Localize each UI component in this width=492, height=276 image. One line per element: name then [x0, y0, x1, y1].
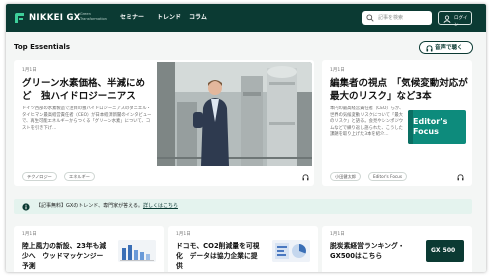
article-date: 1月1日	[176, 232, 191, 237]
banner-text: 【記事無料】GXのトレンド、専門家が答える。詳しくはこちら	[36, 203, 178, 210]
top-navigation-bar: NIKKEI GX Green Transformation セミナー トレンド…	[6, 4, 486, 32]
article-card[interactable]: 1月1日 陸上風力の新設、23年も減少へ ウッドマッケンジー予測	[14, 226, 164, 272]
article-headline[interactable]: ドコモ、CO2削減量を可視化 データは協力企業に提供	[176, 241, 264, 271]
login-label: ログイン	[454, 16, 468, 28]
article-date: 1月1日	[22, 68, 37, 73]
nav-item-seminar[interactable]: セミナー	[120, 14, 144, 22]
bar-chart-thumbnail-image	[118, 240, 156, 262]
article-date: 1月1日	[330, 232, 345, 237]
article-headline[interactable]: 脱炭素経営ランキング・GX500はこちら	[330, 241, 418, 261]
badge-line-2: Focus	[413, 127, 439, 136]
page: NIKKEI GX Green Transformation セミナー トレンド…	[6, 4, 486, 272]
editors-focus-card[interactable]: 1月1日 編集者の視点 「気候変動対応が最大のリスク」など3本 本円の最高経営責…	[322, 60, 472, 186]
logo-text[interactable]: NIKKEI GX	[29, 12, 81, 24]
article-card[interactable]: 1月1日 ドコモ、CO2削減量を可視化 データは協力企業に提供	[168, 226, 318, 272]
article-card[interactable]: 1月1日 脱炭素経営ランキング・GX500はこちら GX 500	[322, 226, 472, 272]
banner-message: 【記事無料】GXのトレンド、専門家が答える。	[36, 203, 143, 209]
data-visualization-thumbnail-image	[272, 240, 310, 262]
tag-technology[interactable]: テクノロジー	[22, 172, 57, 181]
headphones-icon[interactable]	[302, 174, 309, 181]
article-headline[interactable]: 編集者の視点 「気候変動対応が最大のリスク」など3本	[330, 77, 468, 103]
article-headline[interactable]: 陸上風力の新設、23年も減少へ ウッドマッケンジー予測	[22, 241, 110, 271]
user-icon	[443, 15, 451, 23]
nav-item-trend[interactable]: トレンド	[157, 14, 181, 22]
tag-author[interactable]: 小田健太郎	[330, 172, 361, 181]
headphones-icon[interactable]	[457, 174, 464, 181]
search-placeholder: 記事を検索	[378, 15, 404, 21]
headphones-icon	[426, 45, 433, 52]
factory-interview-image	[157, 62, 312, 166]
article-summary: 本円の最高経営責任者（CEO）らが、世界の気候変動リスクについて「最大のリスク」…	[330, 106, 404, 138]
search-input[interactable]: 記事を検索	[362, 11, 432, 25]
article-summary: ドイツ西部の水素製造で注目の独ハイドロジーニアスのダニエル・タイヒマン最高経営責…	[22, 106, 152, 131]
badge-line-1: Editor's	[413, 117, 448, 126]
article-thumbnail[interactable]	[272, 240, 310, 262]
article-date: 1月1日	[330, 68, 345, 73]
banner-link[interactable]: 詳しくはこちら	[143, 203, 178, 209]
listen-audio-label: 音声で聴く	[435, 45, 463, 51]
tag-energy[interactable]: エネルギー	[64, 172, 95, 181]
search-icon	[366, 14, 374, 22]
listen-audio-button[interactable]: 音声で聴く	[419, 41, 473, 54]
thumbnail-label: GX 500	[431, 247, 456, 254]
login-button[interactable]: ログイン	[438, 11, 472, 28]
article-photo[interactable]	[157, 62, 312, 166]
info-icon	[22, 202, 30, 211]
info-banner: 【記事無料】GXのトレンド、専門家が答える。詳しくはこちら	[14, 199, 472, 214]
tag-editors-focus[interactable]: Editor's Focus	[368, 172, 408, 181]
article-date: 1月1日	[22, 232, 37, 237]
section-title: Top Essentials	[14, 43, 70, 51]
logo-mark-icon[interactable]	[14, 12, 25, 24]
logo-subtitle: Green Transformation	[80, 12, 107, 21]
featured-article-card[interactable]: 1月1日 グリーン水素価格、半減にめど 独ハイドロジーニアス ドイツ西部の水素製…	[14, 60, 314, 186]
article-thumbnail[interactable]: GX 500	[426, 240, 464, 262]
editors-focus-badge: Editor's Focus	[408, 110, 466, 144]
article-headline[interactable]: グリーン水素価格、半減にめど 独ハイドロジーニアス	[22, 77, 154, 103]
article-thumbnail[interactable]	[118, 240, 156, 262]
nav-item-column[interactable]: コラム	[189, 14, 207, 22]
